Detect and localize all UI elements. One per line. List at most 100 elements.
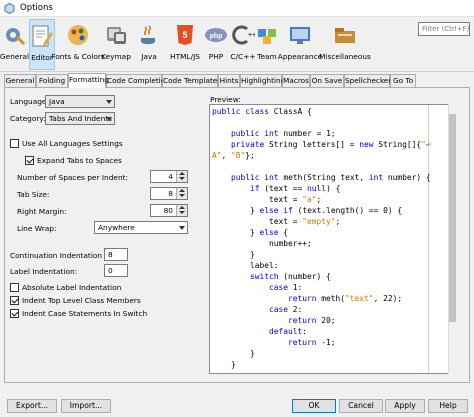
tab-spellchecker[interactable]: Spellchecker xyxy=(344,74,391,87)
spinner-down-icon xyxy=(179,194,185,197)
category-toolbar: General Editor Fonts & Colors Keymap Jav… xyxy=(0,17,474,72)
chevron-down-icon xyxy=(106,100,112,104)
tab-general[interactable]: General xyxy=(4,74,36,87)
tab-size-spinner[interactable]: 8 xyxy=(150,187,188,200)
spaces-per-indent-spinner[interactable]: 4 xyxy=(150,170,188,183)
chevron-down-icon xyxy=(106,117,112,121)
language-label: Language: xyxy=(10,97,49,106)
indent-case-label: Indent Case Statements In Switch xyxy=(22,309,148,318)
right-margin-spinner[interactable]: 80 xyxy=(150,204,188,217)
tab-formatting[interactable]: Formatting xyxy=(68,73,109,88)
label-indent-field[interactable]: 0 xyxy=(104,264,128,277)
indent-top-level-label: Indent Top Level Class Members xyxy=(22,296,141,305)
absolute-label-indent-label: Absolute Label Indentation xyxy=(22,283,122,292)
language-select[interactable]: Java xyxy=(45,95,115,108)
code-line: A", "B"}; xyxy=(212,151,255,160)
spinner-buttons[interactable] xyxy=(176,205,187,216)
code-line: label: xyxy=(212,261,279,270)
category-appearance[interactable]: Appearance xyxy=(278,19,322,70)
fonts-colors-icon xyxy=(68,25,88,45)
spaces-per-indent-value: 4 xyxy=(168,172,173,181)
svg-text:php: php xyxy=(210,33,223,40)
spinner-buttons[interactable] xyxy=(176,188,187,199)
window-title: Options xyxy=(20,3,53,13)
cpp-icon: ++ xyxy=(232,25,255,45)
code-line: } xyxy=(212,349,255,358)
spaces-per-indent-label: Number of Spaces per Indent: xyxy=(17,173,129,182)
tab-hints[interactable]: Hints xyxy=(218,74,240,87)
title-bar: Options xyxy=(0,0,474,17)
editor-tab-strip: General Folding Formatting Code Completi… xyxy=(4,73,470,88)
export-button[interactable]: Export... xyxy=(7,399,57,413)
editor-icon xyxy=(32,25,53,47)
spinner-up-icon xyxy=(179,172,185,175)
line-wrap-label: Line Wrap: xyxy=(17,224,57,233)
category-select-value: Tabs And Indents xyxy=(49,114,113,123)
category-select[interactable]: Tabs And Indents xyxy=(45,112,115,125)
tab-highlighting[interactable]: Highlighting xyxy=(240,74,285,87)
category-team[interactable]: Team xyxy=(256,19,278,70)
preview-scroll-thumb[interactable] xyxy=(449,114,456,322)
label-indent-label: Label Indentation: xyxy=(10,267,78,276)
cancel-button[interactable]: Cancel xyxy=(339,399,383,413)
code-line: private String letters[] = new String[]{… xyxy=(231,140,431,149)
preview-label: Preview: xyxy=(210,95,241,104)
tab-on-save[interactable]: On Save xyxy=(310,74,344,87)
code-line: public int meth(String text, int number)… xyxy=(231,173,431,182)
tab-size-label: Tab Size: xyxy=(17,190,50,199)
ok-button[interactable]: OK xyxy=(292,399,336,413)
filter-search-input[interactable]: Filter (Ctrl+F) xyxy=(418,22,470,36)
tab-code-templates[interactable]: Code Templates xyxy=(162,74,221,87)
line-wrap-select[interactable]: Anywhere xyxy=(94,221,188,234)
code-line: public int number = 1; xyxy=(231,129,336,138)
general-icon xyxy=(5,28,25,46)
continuation-indent-field[interactable]: 8 xyxy=(104,248,128,261)
category-keymap[interactable]: Keymap xyxy=(101,19,131,70)
line-wrap-select-value: Anywhere xyxy=(98,223,135,232)
svg-text:5: 5 xyxy=(182,30,187,40)
expand-tabs-label: Expand Tabs to Spaces xyxy=(37,156,122,165)
code-preview[interactable]: public class ClassA { public int number … xyxy=(209,104,457,374)
code-line: text = "empty"; xyxy=(212,217,341,226)
code-line: number++; xyxy=(212,239,312,248)
category-editor[interactable]: Editor xyxy=(29,19,55,70)
appearance-icon xyxy=(290,27,310,44)
miscellaneous-icon xyxy=(335,28,355,43)
tab-go-to[interactable]: Go To xyxy=(390,74,416,87)
apply-button[interactable]: Apply xyxy=(385,399,425,413)
svg-text:++: ++ xyxy=(248,32,255,39)
tab-code-completion[interactable]: Code Completion xyxy=(106,74,170,87)
code-line: } xyxy=(212,360,236,369)
category-java[interactable]: Java xyxy=(136,19,162,70)
code-line: } else { xyxy=(212,228,289,237)
spinner-down-icon xyxy=(179,177,185,180)
code-line: } else if (text.length() == 0) { xyxy=(212,206,403,215)
expand-tabs-checkbox[interactable] xyxy=(25,156,34,165)
help-button[interactable]: Help xyxy=(428,399,468,413)
absolute-label-indent-checkbox[interactable] xyxy=(10,283,19,292)
category-general[interactable]: General xyxy=(0,19,29,70)
code-line: public class ClassA { xyxy=(212,107,312,116)
spinner-up-icon xyxy=(179,189,185,192)
code-line: case 1: xyxy=(269,283,303,292)
code-line: return 20; xyxy=(288,316,336,325)
tab-macros[interactable]: Macros xyxy=(282,74,310,87)
code-preview-text: public class ClassA { public int number … xyxy=(210,105,431,369)
category-html-js[interactable]: 5 HTML/JS xyxy=(170,19,200,70)
code-line: default: xyxy=(269,327,308,336)
category-php[interactable]: php PHP xyxy=(204,19,228,70)
indent-top-level-checkbox[interactable] xyxy=(10,296,19,305)
tab-folding[interactable]: Folding xyxy=(36,74,68,87)
category-label: Appearance xyxy=(277,52,323,61)
import-button[interactable]: Import... xyxy=(61,399,111,413)
code-line: return -1; xyxy=(288,338,336,347)
right-margin-value: 80 xyxy=(163,206,173,215)
category-fonts-colors[interactable]: Fonts & Colors xyxy=(51,19,105,70)
use-all-languages-checkbox[interactable] xyxy=(10,139,19,148)
indent-case-checkbox[interactable] xyxy=(10,309,19,318)
spinner-buttons[interactable] xyxy=(176,171,187,182)
category-label: Java xyxy=(141,52,157,61)
category-miscellaneous[interactable]: Miscellaneous xyxy=(319,19,371,70)
category-label: Category: xyxy=(10,114,46,123)
category-c-cpp[interactable]: ++ C/C++ xyxy=(230,19,256,70)
